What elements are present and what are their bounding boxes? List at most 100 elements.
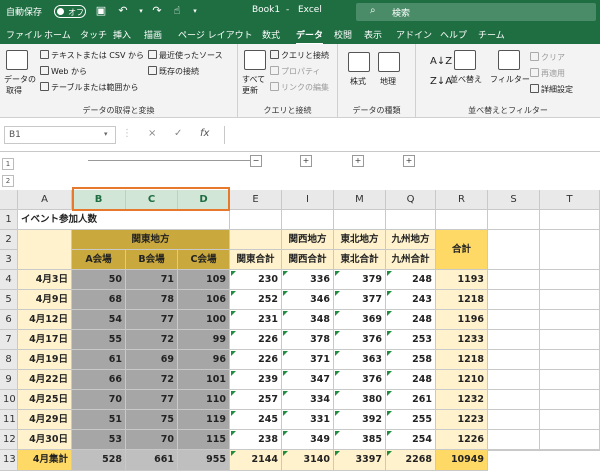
column-header[interactable]: C	[126, 190, 178, 210]
cell[interactable]	[488, 350, 540, 370]
cell[interactable]	[540, 310, 600, 330]
cell[interactable]	[488, 390, 540, 410]
cell[interactable]	[488, 230, 540, 270]
reapply-button[interactable]: 再適用	[530, 68, 565, 79]
tab-view[interactable]: 表示	[364, 28, 382, 41]
edit-links-button[interactable]: リンクの編集	[270, 82, 329, 93]
cell[interactable]	[488, 450, 540, 451]
date-cell[interactable]: 4月17日	[18, 330, 72, 350]
region-total-cell[interactable]: 377	[334, 290, 386, 310]
row-header[interactable]: 9	[0, 370, 18, 390]
column-header[interactable]: E	[230, 190, 282, 210]
autosave-toggle[interactable]: オフ	[54, 5, 86, 18]
cell[interactable]	[540, 230, 600, 270]
cell[interactable]	[386, 210, 436, 230]
cell[interactable]	[230, 210, 282, 230]
region-total-cell[interactable]: 371	[282, 350, 334, 370]
region-total-cell[interactable]: 347	[282, 370, 334, 390]
advanced-button[interactable]: 詳細設定	[530, 84, 573, 95]
save-icon[interactable]: ▣	[94, 4, 108, 18]
sub-header[interactable]: 関東合計	[230, 250, 282, 270]
sub-header-b[interactable]: B会場	[126, 250, 178, 270]
cell[interactable]	[230, 230, 282, 250]
kanto-value-cell[interactable]: 50	[72, 270, 126, 290]
region-total-cell[interactable]: 363	[334, 350, 386, 370]
kanto-value-cell[interactable]: 528	[72, 450, 126, 471]
kanto-value-cell[interactable]: 101	[178, 370, 230, 390]
region-total-cell[interactable]: 3397	[334, 450, 386, 471]
cell[interactable]	[540, 370, 600, 390]
name-box[interactable]: B1	[4, 126, 116, 144]
cell[interactable]	[488, 330, 540, 350]
get-data-button[interactable]: データの	[4, 74, 36, 85]
name-box-dropdown-icon[interactable]: ▾	[104, 130, 108, 138]
kanto-value-cell[interactable]: 69	[126, 350, 178, 370]
date-cell[interactable]: 4月集計	[18, 450, 72, 471]
grand-total-cell[interactable]: 1218	[436, 290, 488, 310]
cell[interactable]	[488, 310, 540, 330]
region-total-cell[interactable]: 380	[334, 390, 386, 410]
grand-total-cell[interactable]: 1232	[436, 390, 488, 410]
get-data-button-line2[interactable]: 取得	[6, 85, 22, 96]
region-total-cell[interactable]: 3140	[282, 450, 334, 471]
region-total-cell[interactable]: 248	[386, 370, 436, 390]
grand-total-cell[interactable]: 1223	[436, 410, 488, 430]
row-header[interactable]: 1	[0, 210, 18, 230]
clear-button[interactable]: クリア	[530, 52, 565, 63]
kanto-value-cell[interactable]: 61	[72, 350, 126, 370]
sub-header[interactable]: 九州合計	[386, 250, 436, 270]
column-header[interactable]: I	[282, 190, 334, 210]
cell[interactable]	[488, 370, 540, 390]
from-web-button[interactable]: Web から	[40, 66, 87, 77]
from-table-button[interactable]: テーブルまたは範囲から	[40, 82, 139, 93]
kanto-value-cell[interactable]: 77	[126, 310, 178, 330]
sub-header-c[interactable]: C会場	[178, 250, 230, 270]
outline-level-1[interactable]: 1	[2, 158, 14, 170]
cell[interactable]	[540, 290, 600, 310]
column-header[interactable]: M	[334, 190, 386, 210]
tab-help[interactable]: ヘルプ	[440, 28, 467, 41]
cell[interactable]	[540, 270, 600, 290]
kanto-value-cell[interactable]: 96	[178, 350, 230, 370]
date-cell[interactable]: 4月29日	[18, 410, 72, 430]
region-total-cell[interactable]: 261	[386, 390, 436, 410]
date-cell[interactable]: 4月22日	[18, 370, 72, 390]
sub-header-a[interactable]: A会場	[72, 250, 126, 270]
column-header[interactable]: R	[436, 190, 488, 210]
tab-data[interactable]: データ	[296, 28, 324, 45]
tab-addins[interactable]: アドイン	[396, 28, 432, 41]
region-total-cell[interactable]: 248	[386, 270, 436, 290]
undo-dropdown-icon[interactable]: ▾	[134, 4, 148, 18]
cell[interactable]	[540, 410, 600, 430]
region-total-cell[interactable]: 245	[230, 410, 282, 430]
grand-total-cell[interactable]: 1233	[436, 330, 488, 350]
column-header[interactable]: D	[178, 190, 230, 210]
kanto-value-cell[interactable]: 51	[72, 410, 126, 430]
region-total-cell[interactable]: 336	[282, 270, 334, 290]
kanto-value-cell[interactable]: 55	[72, 330, 126, 350]
queries-connections-button[interactable]: クエリと接続	[270, 50, 329, 61]
row-header[interactable]: 10	[0, 390, 18, 410]
cell[interactable]	[540, 450, 600, 451]
row-header[interactable]: 7	[0, 330, 18, 350]
kanto-header[interactable]: 関東地方	[72, 230, 230, 250]
kanto-value-cell[interactable]: 71	[126, 270, 178, 290]
region-total-cell[interactable]: 253	[386, 330, 436, 350]
kanto-value-cell[interactable]: 100	[178, 310, 230, 330]
row-header[interactable]: 4	[0, 270, 18, 290]
region-total-cell[interactable]: 349	[282, 430, 334, 450]
kanto-value-cell[interactable]: 77	[126, 390, 178, 410]
region-total-cell[interactable]: 255	[386, 410, 436, 430]
column-header[interactable]: Q	[386, 190, 436, 210]
cell[interactable]	[488, 430, 540, 450]
row-header[interactable]: 8	[0, 350, 18, 370]
region-total-cell[interactable]: 378	[282, 330, 334, 350]
region-total-cell[interactable]: 258	[386, 350, 436, 370]
cell[interactable]	[540, 390, 600, 410]
tab-file[interactable]: ファイル	[6, 28, 42, 41]
region-total-cell[interactable]: 252	[230, 290, 282, 310]
kanto-value-cell[interactable]: 66	[72, 370, 126, 390]
tab-review[interactable]: 校閲	[334, 28, 352, 41]
search-box[interactable]: ⌕ 検索	[356, 3, 596, 21]
kanto-value-cell[interactable]: 54	[72, 310, 126, 330]
